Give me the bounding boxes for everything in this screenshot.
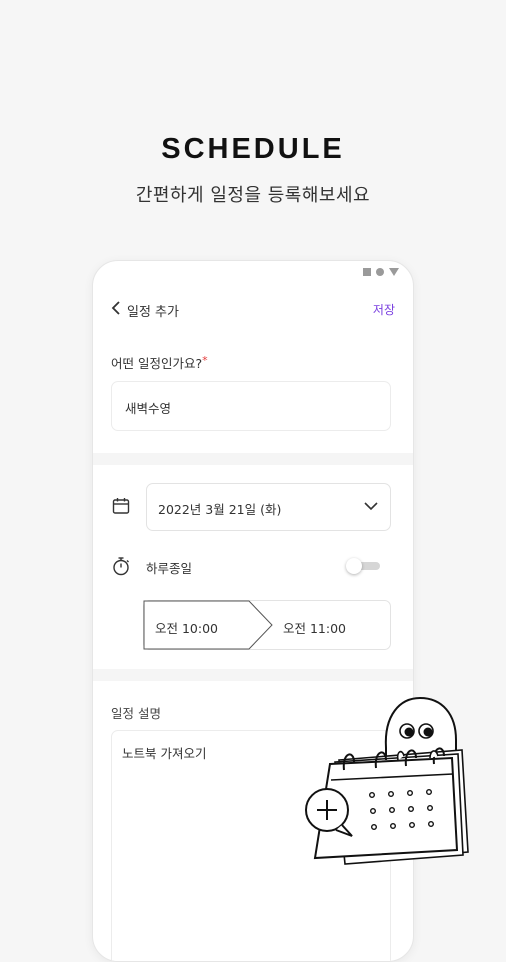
status-triangle-icon	[389, 268, 399, 276]
time-range: 오전 10:00 오전 11:00	[143, 600, 391, 650]
title-input[interactable]: 새벽수영	[111, 381, 391, 431]
save-button[interactable]: 저장	[373, 301, 395, 318]
start-time-button[interactable]: 오전 10:00	[155, 618, 218, 637]
status-bar	[363, 268, 399, 276]
mascot-calendar-illustration	[305, 696, 469, 865]
end-time-button[interactable]: 오전 11:00	[283, 618, 346, 637]
title-input-value: 새벽수영	[125, 401, 172, 416]
stopwatch-icon	[113, 557, 129, 576]
section-divider	[93, 453, 413, 465]
date-select[interactable]: 2022년 3월 21일 (화)	[146, 483, 391, 531]
required-mark: *	[202, 354, 208, 367]
chevron-down-icon	[364, 502, 378, 511]
question-text: 어떤 일정인가요?	[111, 356, 203, 371]
subline: 간편하게 일정을 등록해보세요	[135, 185, 371, 206]
question-label: 어떤 일정인가요?*	[111, 353, 208, 372]
all-day-toggle[interactable]	[346, 558, 382, 574]
toggle-knob	[346, 558, 362, 574]
description-label: 일정 설명	[111, 706, 161, 721]
status-circle-icon	[376, 268, 384, 276]
chevron-left-icon[interactable]	[111, 300, 121, 316]
app-bar: 일정 추가 저장	[93, 299, 413, 320]
date-select-value: 2022년 3월 21일 (화)	[158, 502, 282, 517]
page-title: 일정 추가	[127, 305, 179, 320]
headline: SCHEDULE	[161, 133, 345, 165]
calendar-icon	[112, 498, 130, 514]
status-square-icon	[363, 268, 371, 276]
description-value: 노트북 가져오기	[122, 746, 207, 761]
section-divider	[93, 669, 413, 681]
all-day-label: 하루종일	[146, 561, 193, 576]
